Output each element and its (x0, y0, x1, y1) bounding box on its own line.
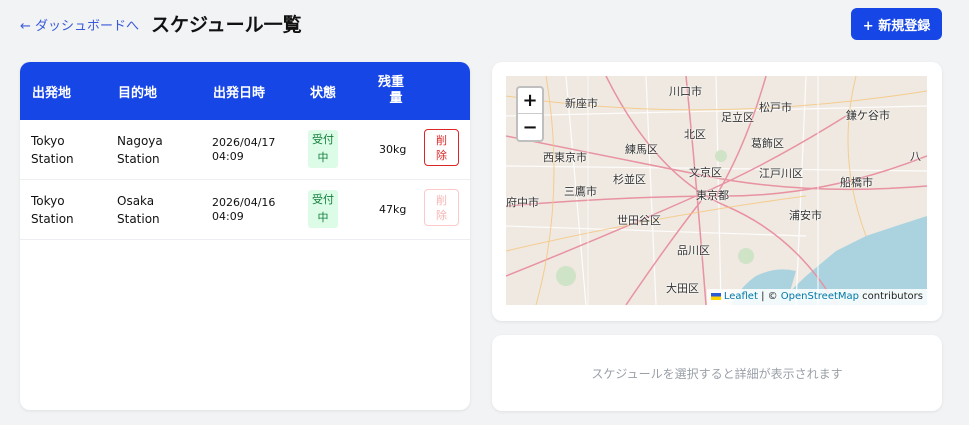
map-label: 鎌ケ谷市 (846, 109, 890, 122)
weight-cell: 30kg (379, 143, 407, 156)
departure-cell: 2026/04/17 04:09 (212, 136, 276, 163)
map-label: 文京区 (689, 166, 722, 179)
map-label: 三鷹市 (564, 185, 597, 198)
map-label: 新座市 (565, 97, 598, 110)
openstreetmap-link[interactable]: OpenStreetMap (781, 291, 859, 302)
map-label: 杉並区 (613, 173, 646, 186)
map-label: 足立区 (721, 111, 754, 124)
zoom-control: + − (516, 86, 544, 142)
new-registration-button[interactable]: + 新規登録 (851, 8, 942, 40)
schedule-table: 出発地 目的地 出発日時 状態 残重量 Tokyo Station Nagoya S… (20, 62, 470, 410)
status-badge: 受付中 (308, 130, 338, 168)
origin-cell: Tokyo Station (31, 134, 74, 166)
ukraine-flag-icon (710, 292, 721, 300)
table-header: 出発地 目的地 出発日時 状態 残重量 (20, 62, 470, 120)
origin-cell: Tokyo Station (31, 194, 74, 226)
map-card: 新座市 川口市 足立区 松戸市 鎌ケ谷市 北区 練馬区 西東京市 葛飾区 文京区… (492, 62, 942, 321)
map-label: 西東京市 (543, 151, 587, 164)
table-row[interactable]: Tokyo Station Osaka Station 2026/04/16 04:0… (20, 180, 470, 240)
delete-button: 削除 (424, 189, 459, 226)
column-remaining-weight: 残重量 (377, 75, 404, 106)
destination-cell: Nagoya Station (117, 134, 163, 166)
back-to-dashboard-link[interactable]: ← ダッシュボードへ (20, 15, 139, 34)
map-label: 大田区 (666, 282, 699, 295)
page-title: スケジュール一覧 (151, 14, 302, 36)
map-attribution: Leaflet | © OpenStreetMap contributors (706, 289, 927, 305)
column-status: 状態 (310, 85, 337, 101)
map-view[interactable]: 新座市 川口市 足立区 松戸市 鎌ケ谷市 北区 練馬区 西東京市 葛飾区 文京区… (506, 76, 927, 305)
map-label: 川口市 (669, 85, 702, 98)
map-label: 府中市 (506, 196, 539, 209)
map-label: 浦安市 (789, 209, 822, 222)
zoom-out-button[interactable]: − (518, 114, 542, 140)
map-label: 品川区 (677, 244, 710, 257)
detail-placeholder: スケジュールを選択すると詳細が表示されます (591, 366, 843, 381)
weight-cell: 47kg (379, 203, 407, 216)
column-destination: 目的地 (118, 85, 158, 101)
map-label: 北区 (684, 128, 706, 141)
column-origin: 出発地 (32, 85, 72, 101)
destination-cell: Osaka Station (117, 194, 160, 226)
map-label: 江戸川区 (759, 167, 803, 180)
detail-panel: スケジュールを選択すると詳細が表示されます (492, 335, 942, 411)
map-label: 東京都 (696, 189, 729, 202)
table-row[interactable]: Tokyo Station Nagoya Station 2026/04/17 04:… (20, 120, 470, 180)
column-departure: 出発日時 (213, 85, 266, 101)
zoom-in-button[interactable]: + (518, 88, 542, 114)
leaflet-link[interactable]: Leaflet (724, 291, 758, 302)
map-label: 練馬区 (625, 143, 658, 156)
map-label: 世田谷区 (617, 214, 661, 227)
map-label: 八 (910, 150, 921, 163)
map-label: 松戸市 (759, 101, 792, 114)
departure-cell: 2026/04/16 04:09 (212, 196, 276, 223)
map-label: 葛飾区 (751, 137, 784, 150)
delete-button[interactable]: 削除 (424, 129, 459, 166)
status-badge: 受付中 (308, 190, 338, 228)
map-label: 船橋市 (840, 176, 873, 189)
